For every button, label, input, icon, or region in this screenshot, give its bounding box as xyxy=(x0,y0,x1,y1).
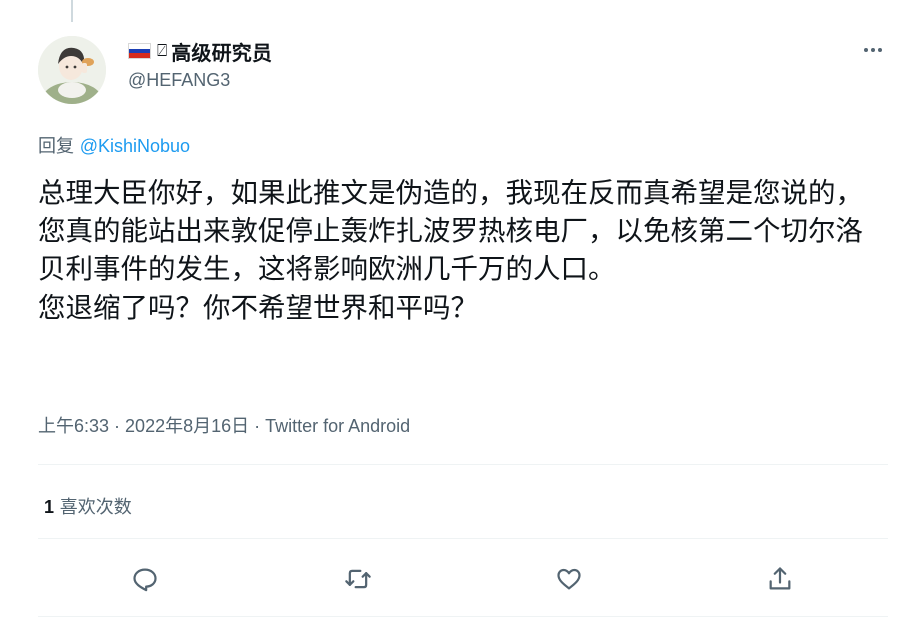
more-dot-icon xyxy=(864,48,868,52)
like-button[interactable] xyxy=(552,562,586,596)
tofu-box-icon: ⍁ xyxy=(157,41,168,61)
user-handle[interactable]: @HEFANG3 xyxy=(128,70,272,91)
author-names: ⍁ 高级研究员 @HEFANG3 xyxy=(128,38,272,91)
reply-prefix: 回复 xyxy=(38,136,80,157)
likes-label: 喜欢次数 xyxy=(54,497,132,518)
tweet-time[interactable]: 上午6:33 xyxy=(38,416,109,436)
more-options-button[interactable] xyxy=(858,38,888,62)
avatar[interactable] xyxy=(38,36,106,104)
share-button[interactable] xyxy=(763,562,797,596)
more-dot-icon xyxy=(878,48,882,52)
meta-separator: · xyxy=(109,416,126,436)
tweet-source[interactable]: Twitter for Android xyxy=(265,416,410,436)
tweet-text: 总理大臣你好，如果此推文是伪造的，我现在反而真希望是您说的，您真的能站出来敦促停… xyxy=(38,177,863,324)
divider xyxy=(38,616,888,617)
display-name-row[interactable]: ⍁ 高级研究员 xyxy=(128,37,272,66)
likes-stat[interactable]: 1 喜欢次数 xyxy=(44,493,132,519)
retweet-icon xyxy=(345,569,371,589)
retweet-button[interactable] xyxy=(341,562,375,596)
mention-link[interactable]: @KishiNobuo xyxy=(80,136,190,156)
divider xyxy=(38,464,888,465)
tweet-date[interactable]: 2022年8月16日 xyxy=(125,416,249,436)
tweet-meta: 上午6:33 · 2022年8月16日 · Twitter for Androi… xyxy=(38,412,410,438)
reply-icon xyxy=(133,568,157,592)
replying-to: 回复 @KishiNobuo xyxy=(38,132,190,158)
likes-count: 1 xyxy=(44,497,55,517)
display-name[interactable]: 高级研究员 xyxy=(171,37,272,66)
russia-flag-icon xyxy=(128,43,151,59)
more-dot-icon xyxy=(871,48,875,52)
meta-separator: · xyxy=(249,416,266,436)
divider xyxy=(38,538,888,539)
tweet-header: ⍁ 高级研究员 @HEFANG3 xyxy=(38,36,888,106)
reply-button[interactable] xyxy=(128,562,162,596)
thread-connector-line xyxy=(71,0,73,22)
share-icon xyxy=(769,567,791,590)
avatar-image xyxy=(38,36,106,104)
heart-icon xyxy=(557,568,581,590)
